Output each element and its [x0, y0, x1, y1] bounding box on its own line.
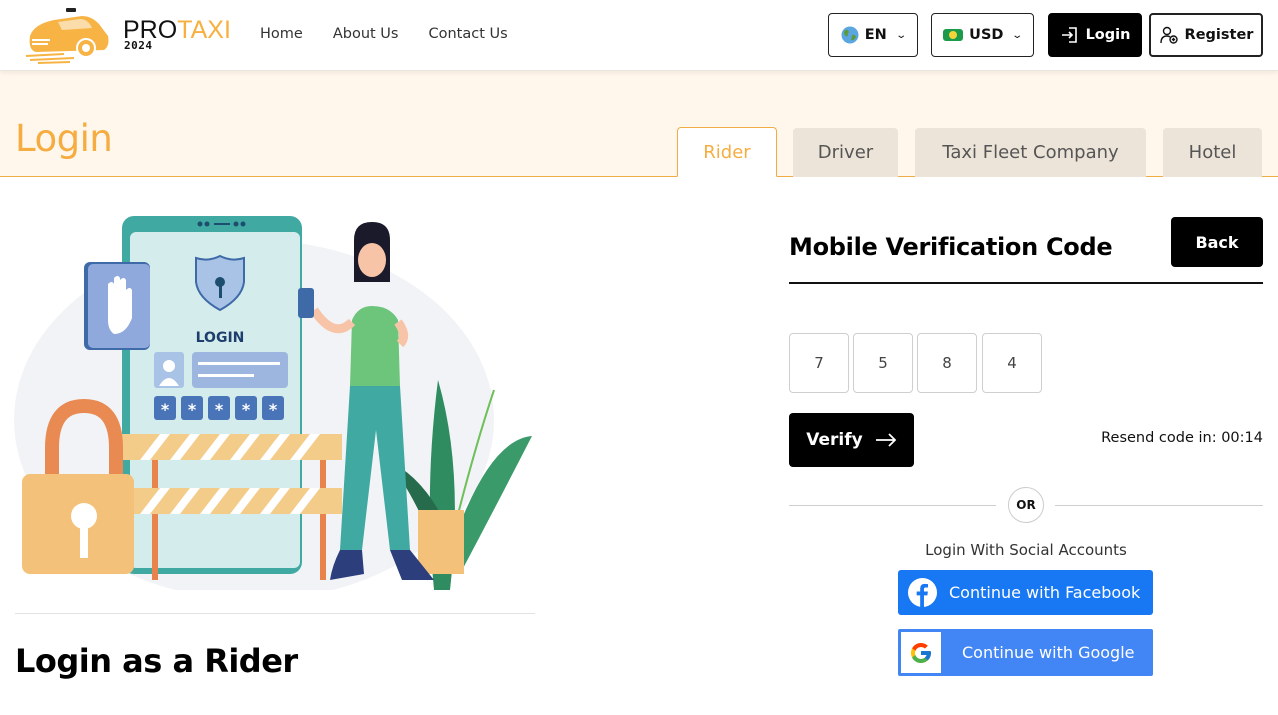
chevron-down-icon: ⌄	[895, 29, 907, 41]
tab-driver[interactable]: Driver	[793, 128, 898, 177]
otp-digit-4[interactable]	[982, 333, 1042, 393]
brand-logo[interactable]: PROTAXI 2024	[24, 6, 231, 64]
arrow-right-icon	[875, 433, 896, 447]
svg-text:*: *	[242, 400, 251, 419]
verify-button[interactable]: Verify	[789, 413, 914, 467]
top-header: PROTAXI 2024 Home About Us Contact Us EN…	[0, 0, 1278, 71]
otp-digit-2[interactable]	[853, 333, 913, 393]
otp-digit-3[interactable]	[917, 333, 977, 393]
back-button[interactable]: Back	[1171, 217, 1263, 267]
header-register-label: Register	[1184, 27, 1254, 43]
page-title: Login	[15, 117, 113, 160]
svg-text:*: *	[188, 400, 197, 419]
nav-contact-us[interactable]: Contact Us	[428, 26, 507, 42]
or-divider-left	[789, 505, 996, 506]
sign-in-icon	[1061, 27, 1077, 43]
add-user-icon	[1159, 26, 1178, 44]
or-divider-right	[1055, 505, 1263, 506]
chevron-down-icon: ⌄	[1011, 29, 1024, 41]
main-nav: Home About Us Contact Us	[260, 26, 508, 42]
language-select[interactable]: EN ⌄	[828, 13, 918, 57]
title-divider	[789, 282, 1263, 284]
otp-digit-1[interactable]	[789, 333, 849, 393]
facebook-login-button[interactable]: Continue with Facebook	[898, 570, 1153, 615]
illustration-login-text: LOGIN	[196, 330, 245, 346]
resend-countdown: Resend code in: 00:14	[1101, 430, 1263, 446]
currency-value: USD	[969, 27, 1004, 43]
google-login-button[interactable]: Continue with Google	[898, 629, 1153, 676]
language-value: EN	[864, 27, 887, 43]
svg-text:*: *	[161, 400, 170, 419]
left-divider	[15, 613, 535, 614]
money-icon	[943, 29, 964, 41]
stop-hand-card	[84, 262, 150, 350]
nav-about-us[interactable]: About Us	[333, 26, 399, 42]
currency-select[interactable]: USD ⌄	[931, 13, 1034, 57]
social-login-label: Login With Social Accounts	[925, 541, 1127, 559]
verification-title: Mobile Verification Code	[789, 233, 1113, 261]
svg-text:*: *	[269, 400, 278, 419]
tab-rider[interactable]: Rider	[677, 127, 777, 177]
rider-login-heading: Login as a Rider	[15, 642, 298, 680]
verify-label: Verify	[806, 430, 863, 450]
header-login-label: Login	[1085, 27, 1131, 43]
google-icon-box	[901, 632, 941, 673]
google-icon	[911, 642, 931, 663]
nav-home[interactable]: Home	[260, 26, 303, 42]
page-header-band: Login Rider Driver Taxi Fleet Company Ho…	[0, 71, 1278, 177]
facebook-login-label: Continue with Facebook	[949, 583, 1141, 602]
svg-text:*: *	[215, 400, 224, 419]
or-separator: OR	[1008, 487, 1044, 523]
globe-icon	[841, 26, 859, 44]
brand-year: 2024	[124, 39, 153, 52]
login-illustration: LOGIN * * * * *	[14, 216, 532, 590]
header-login-button[interactable]: Login	[1048, 13, 1142, 57]
google-login-label: Continue with Google	[962, 643, 1135, 662]
header-register-button[interactable]: Register	[1149, 13, 1263, 57]
facebook-icon	[907, 577, 938, 608]
taxi-car-icon	[25, 8, 109, 64]
tab-hotel[interactable]: Hotel	[1163, 128, 1262, 177]
tab-taxi-fleet-company[interactable]: Taxi Fleet Company	[915, 128, 1146, 177]
